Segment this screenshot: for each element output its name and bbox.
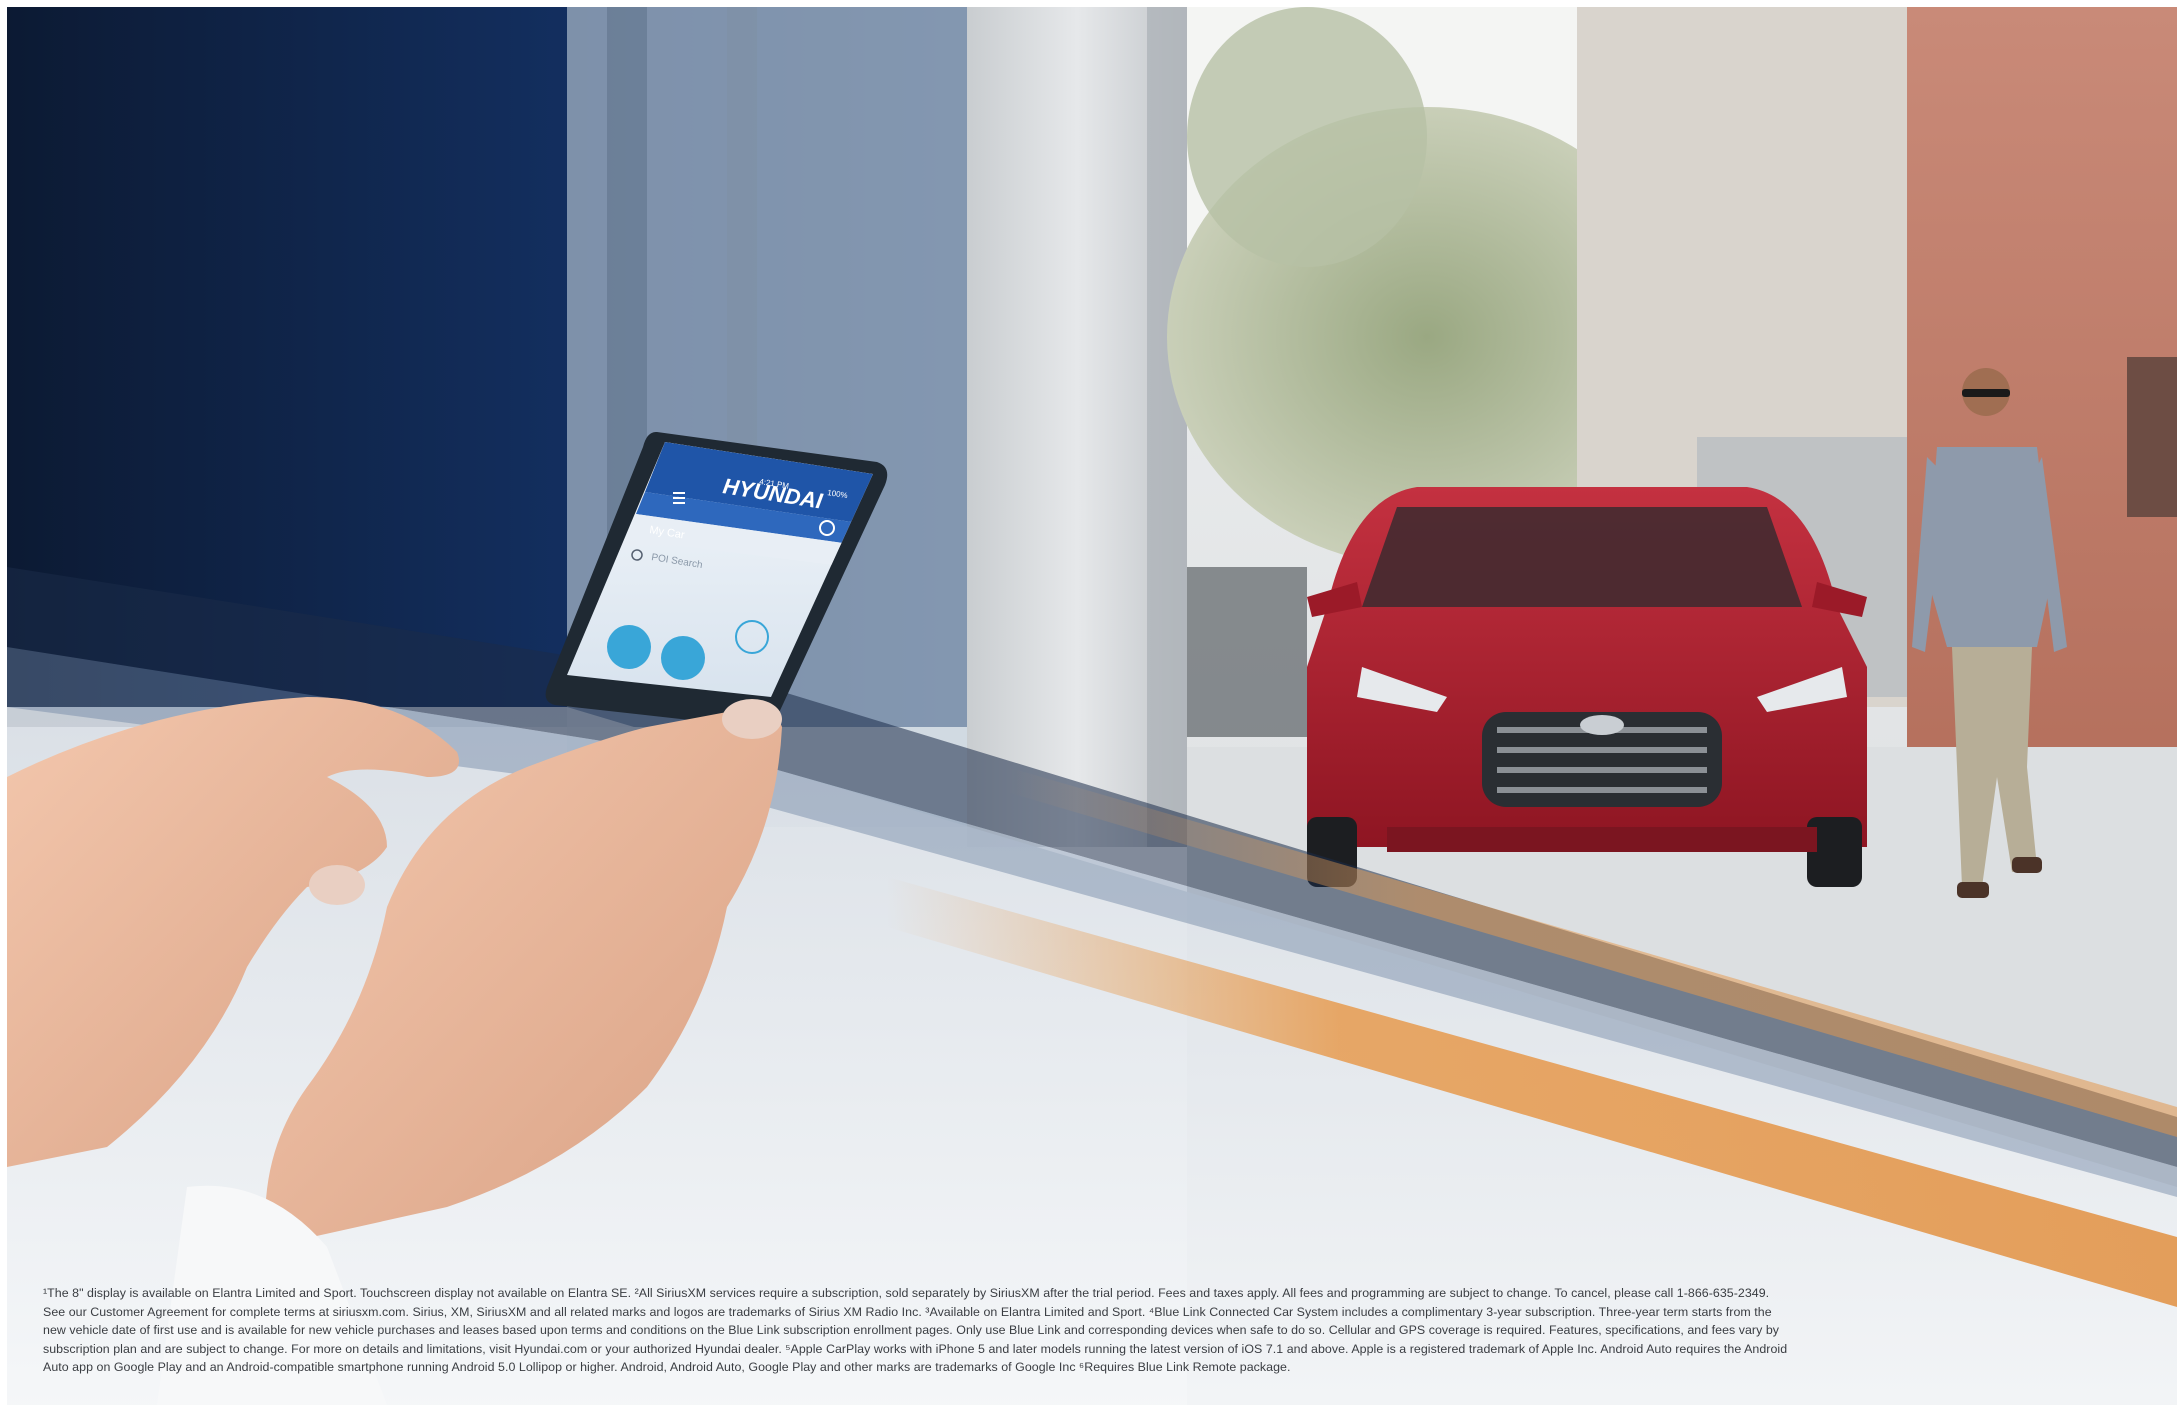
fingernail xyxy=(309,865,365,905)
ad-page: HYUNDAI 4:21 PM 100% My Car POI Search ¹… xyxy=(7,7,2177,1405)
menu-icon xyxy=(673,492,685,504)
disclaimer-line: subscription plan and are subject to cha… xyxy=(43,1341,1788,1356)
thumbnail xyxy=(722,699,782,739)
pillar-shadow xyxy=(1147,7,1187,847)
disclaimer-line: See our Customer Agreement for complete … xyxy=(43,1304,1772,1319)
disclaimer-line: Auto app on Google Play and an Android-c… xyxy=(43,1360,1291,1375)
brick-window xyxy=(2127,357,2177,517)
power-button-icon[interactable] xyxy=(661,636,705,680)
tree-canopy-2 xyxy=(1187,7,1427,267)
ad-scene: HYUNDAI 4:21 PM 100% My Car POI Search xyxy=(7,7,2177,1405)
disclaimer-line: new vehicle date of first use and is ava… xyxy=(43,1323,1780,1338)
lock-button-icon[interactable] xyxy=(607,625,651,669)
legal-disclaimer: ¹The 8" display is available on Elantra … xyxy=(43,1284,2043,1377)
red-sedan xyxy=(1307,487,1867,887)
fence xyxy=(1187,567,1307,737)
disclaimer-line: ¹The 8" display is available on Elantra … xyxy=(43,1286,1770,1300)
